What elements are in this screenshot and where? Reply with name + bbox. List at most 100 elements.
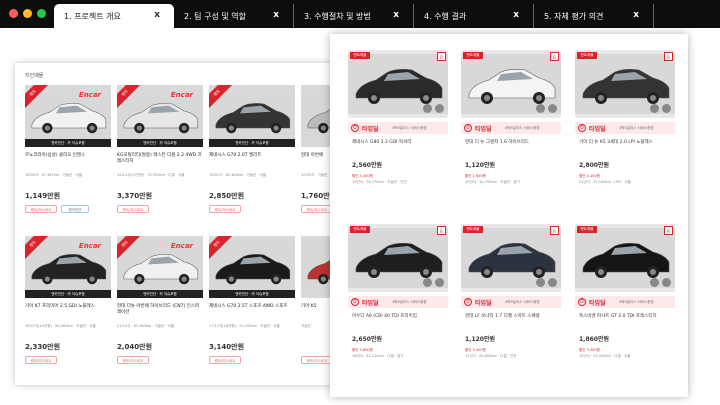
discount-text: 할인 3,400원 xyxy=(352,174,373,178)
car-listing-card[interactable]: 렌트 Encar 엔카진단 · 카 이슈포함현대 더뉴 아반떼 하이브리드 (CN7… xyxy=(117,236,203,376)
car-listing-card[interactable]: 렌트매물 R ⏱ 타임딜 4박5일리스 서비스증정 폭스바겐 파사트 GT 2.0 TDI… xyxy=(575,224,675,364)
discount-text: 할인 2,600원 xyxy=(465,174,486,178)
car-listing-card[interactable]: 렌트 Encar 엔카진단 · 카 이슈포함르노코리아(삼성) 클리오 인텐스 18/… xyxy=(25,85,111,225)
car-name[interactable]: 현대 더 뉴 그랜저 1.6 하이브리드 xyxy=(465,140,561,146)
car-listing-card[interactable]: 렌트매물 R ⏱ 타임딜 4박5일리스 서비스증정 현대 더 뉴 그랜저 1.6 하이브리… xyxy=(461,50,561,190)
tab-project-overview[interactable]: 1. 프로젝트 개요 x xyxy=(54,4,174,28)
car-name[interactable]: 현대 더뉴 아반떼 하이브리드 (CN7) 인스퍼레이션 xyxy=(117,304,203,316)
close-icon[interactable]: x xyxy=(393,10,399,20)
close-icon[interactable]: x xyxy=(633,10,639,20)
view-icon[interactable] xyxy=(536,104,545,113)
lease-compare-button[interactable]: 렌트/리스비교 xyxy=(117,205,149,213)
lease-compare-button[interactable]: 렌트/리스비교 xyxy=(25,205,57,213)
car-photo[interactable]: 렌트매물 R xyxy=(575,224,675,292)
car-listing-card[interactable]: 렌트매물 R ⏱ 타임딜 4박5일리스 서비스증정 기아 더 뉴 K5 3세대 2.0 L… xyxy=(575,50,675,190)
view-icon[interactable] xyxy=(423,278,432,287)
maximize-window-button[interactable] xyxy=(37,9,46,18)
car-listing-card[interactable]: 렌트 엔카진단 · 카 이슈포함제네시스 G70 2.5T 스포츠 AWD 스포츠… xyxy=(209,236,295,376)
lease-compare-button[interactable]: 렌트/리스비교 xyxy=(209,356,241,364)
car-photo[interactable]: 렌트 Encar 엔카진단 · 카 이슈포함 xyxy=(25,236,111,298)
car-listing-card[interactable]: 렌트매물 R ⏱ 타임딜 4박5일리스 서비스증정 제네시스 G80 3.3 GDI 럭셔… xyxy=(348,50,448,190)
heart-icon[interactable] xyxy=(548,104,557,113)
car-photo[interactable]: 렌트 엔카진단 · 카 이슈포함 xyxy=(209,236,295,298)
car-photo[interactable]: 렌트매물 R xyxy=(348,50,448,118)
heart-icon[interactable] xyxy=(435,278,444,287)
car-listing-card[interactable]: 렌트매물 R ⏱ 타임딜 4박5일리스 서비스증정 아우디 A6 (C8) 40 TDI … xyxy=(348,224,448,364)
car-name[interactable]: 현대 LF 쏘나타 1.7 디젤 스마트 스페셜 xyxy=(465,314,561,320)
car-name[interactable]: KG모빌리티(쌍용) 렉스턴 더블 2.2 4WD 프레스티지 xyxy=(117,153,203,165)
car-photo[interactable]: 렌트 Encar 엔카진단 · 카 이슈포함 xyxy=(117,236,203,298)
lease-compare-button[interactable]: 렌트/리스비교 xyxy=(301,205,333,213)
car-meta: 18/09식 · 57,467km · 가솔린 · 서울 xyxy=(25,173,83,177)
heart-icon[interactable] xyxy=(662,104,671,113)
car-name[interactable]: 제네시스 G70 2.5T 스포츠 AWD 스포츠 xyxy=(209,304,295,310)
car-listing-card[interactable]: 렌트 엔카진단 · 카 이슈포함 제네시스 G70 2.0T 엘리트 19/01식 ·… xyxy=(209,85,295,225)
close-icon[interactable]: x xyxy=(273,10,279,20)
car-price: 1,120만원 xyxy=(465,336,496,343)
car-photo[interactable]: 렌트매물 R xyxy=(348,224,448,292)
rent-badge: 렌트매물 xyxy=(577,226,597,233)
close-window-button[interactable] xyxy=(9,9,18,18)
view-icon[interactable] xyxy=(650,278,659,287)
tab-team-roles[interactable]: 2. 팀 구성 및 역할 x xyxy=(174,4,294,28)
inspection-banner: 엔카진단 · 카 이슈포함 xyxy=(209,139,295,147)
lease-compare-button[interactable]: 렌트/리스비교 xyxy=(117,356,149,364)
car-name[interactable]: 제네시스 G80 3.3 GDI 럭셔리 xyxy=(352,140,448,146)
view-icon[interactable] xyxy=(423,104,432,113)
car-name[interactable]: 아우디 A6 (C8) 40 TDI 프리미엄 xyxy=(352,314,448,320)
tab-self-evaluation[interactable]: 5. 자체 평가 의견 x xyxy=(534,4,654,28)
rent-badge: 렌트매물 xyxy=(350,226,370,233)
car-name[interactable]: 르노코리아(삼성) 클리오 인텐스 xyxy=(25,153,111,159)
heart-icon[interactable] xyxy=(435,104,444,113)
lease-compare-button[interactable]: 렌트/리스비교 xyxy=(209,205,241,213)
car-photo[interactable]: 렌트매물 R xyxy=(575,50,675,118)
car-name[interactable]: 기아 K7 프리미어 2.5 GDI 노블레스 xyxy=(25,304,111,310)
car-photo[interactable]: 렌트 Encar 엔카진단 · 카 이슈포함 xyxy=(117,85,203,147)
clock-icon: ⏱ xyxy=(578,124,586,132)
lease-compare-button[interactable]: 렌트/리스비교 xyxy=(25,356,57,364)
car-meta: 19년식 · 54,430km · 디젤 · 서울 xyxy=(579,354,631,358)
car-listing-card[interactable]: 렌트매물 R ⏱ 타임딜 4박5일리스 서비스증정현대 LF 쏘나타 1.7 디젤 스마… xyxy=(461,224,561,364)
discount-text: 할인 3,400원 xyxy=(465,348,486,352)
heart-icon[interactable] xyxy=(662,278,671,287)
tab-procedure-methods[interactable]: 3. 수행절차 및 방법 x xyxy=(294,4,414,28)
car-name[interactable]: 폭스바겐 파사트 GT 2.0 TDI 프레스티지 xyxy=(579,314,675,320)
timedeal-sub: 4박5일리스 서비스증정 xyxy=(505,126,540,130)
rent-mark-icon: R xyxy=(550,226,559,235)
right-page-screenshot: 렌트매물 R ⏱ 타임딜 4박5일리스 서비스증정 제네시스 G80 3.3 GDI 럭셔… xyxy=(330,34,688,397)
car-price: 2,560만원 xyxy=(352,162,383,169)
car-price: 2,850만원 xyxy=(209,192,245,200)
car-meta: 21년식 · 32,100km · LPG · 서울 xyxy=(579,180,631,184)
lease-compare-button[interactable]: 렌트/리스비교 xyxy=(301,356,333,364)
close-icon[interactable]: x xyxy=(513,10,519,20)
timedeal-sub: 4박5일리스 서비스증정 xyxy=(619,300,654,304)
car-photo[interactable]: 렌트 Encar 엔카진단 · 카 이슈포함 xyxy=(25,85,111,147)
car-photo[interactable]: 렌트매물 R xyxy=(461,224,561,292)
car-price: 1,860만원 xyxy=(579,336,610,343)
minimize-window-button[interactable] xyxy=(23,9,32,18)
car-listing-card[interactable]: 렌트 Encar 엔카진단 · 카 이슈포함 KG모빌리티(쌍용) 렉스턴 더블 2.… xyxy=(117,85,203,225)
car-price: 1,120만원 xyxy=(465,162,496,169)
tab-results[interactable]: 4. 수행 결과 x xyxy=(414,4,534,28)
rent-mark-icon: R xyxy=(664,52,673,61)
rent-mark-icon: R xyxy=(550,52,559,61)
car-name[interactable]: 기아 더 뉴 K5 3세대 2.0 LPI 노블레스 xyxy=(579,140,675,146)
view-icon[interactable] xyxy=(650,104,659,113)
car-name[interactable]: 제네시스 G70 2.0T 엘리트 xyxy=(209,153,295,159)
car-photo[interactable]: 렌트 엔카진단 · 카 이슈포함 xyxy=(209,85,295,147)
close-icon[interactable]: x xyxy=(154,10,160,20)
brand-logo: Encar xyxy=(170,91,193,99)
view-icon[interactable] xyxy=(536,278,545,287)
heart-icon[interactable] xyxy=(548,278,557,287)
car-price: 1,149만원 xyxy=(25,192,61,200)
rent-badge: 렌트매물 xyxy=(350,52,370,59)
car-listing-card[interactable]: 렌트 Encar 엔카진단 · 카 이슈포함기아 K7 프리미어 2.5 GDI 노… xyxy=(25,236,111,376)
car-photo[interactable]: 렌트매물 R xyxy=(461,50,561,118)
timedeal-bar: ⏱ 타임딜 4박5일리스 서비스증정 xyxy=(461,296,561,308)
timedeal-sub: 4박5일리스 서비스증정 xyxy=(505,300,540,304)
inspection-button[interactable]: 엔카진단 xyxy=(61,205,89,213)
timedeal-label: 타임딜 xyxy=(475,126,492,133)
clock-icon: ⏱ xyxy=(351,124,359,132)
car-meta: 17년식 · 82,600km · 디젤 · 인천 xyxy=(465,354,517,358)
timedeal-sub: 4박5일리스 서비스증정 xyxy=(619,126,654,130)
